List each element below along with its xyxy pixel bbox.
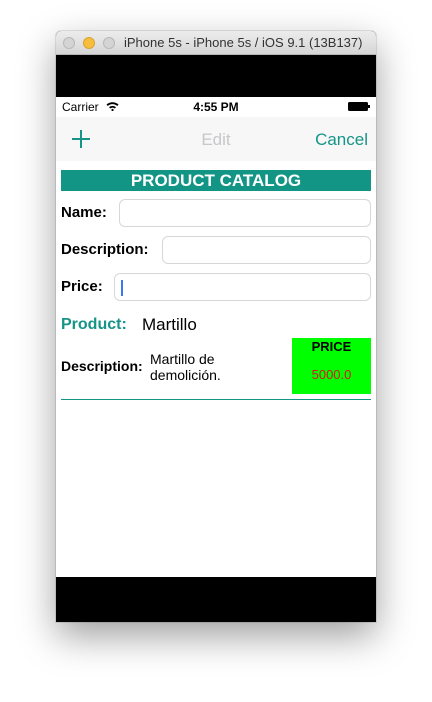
status-bar: Carrier 4:55 PM [56,97,376,117]
description-label: Description: [61,241,149,258]
simulator-window: iPhone 5s - iPhone 5s / iOS 9.1 (13B137)… [56,31,376,622]
row-divider [61,399,371,400]
text-caret [121,280,123,296]
cancel-button[interactable]: Cancel [315,130,368,150]
navigation-bar: Edit Cancel [56,117,376,161]
description-field[interactable] [162,236,371,264]
product-label: Product: [61,316,127,333]
product-description-label: Description: [61,358,143,374]
close-window-button[interactable] [63,37,75,49]
name-label: Name: [61,204,107,221]
price-label: Price: [61,278,103,295]
zoom-window-button[interactable] [103,37,115,49]
price-field[interactable] [114,273,371,301]
price-title: PRICE [311,339,352,354]
window-title: iPhone 5s - iPhone 5s / iOS 9.1 (13B137) [124,35,363,50]
phone-screen: Carrier 4:55 PM Edit Cancel PRODUCT CATA… [56,97,376,577]
status-time: 4:55 PM [193,100,239,114]
price-box: PRICE 5000.0 [292,338,371,394]
catalog-header: PRODUCT CATALOG [61,170,371,191]
price-value: 5000.0 [311,367,352,382]
minimize-window-button[interactable] [83,37,95,49]
product-name: Martillo [142,315,197,334]
window-titlebar: iPhone 5s - iPhone 5s / iOS 9.1 (13B137) [56,31,376,55]
product-description: Martillo de demolición. [150,351,221,383]
name-field[interactable] [119,199,371,227]
battery-icon [348,102,370,111]
